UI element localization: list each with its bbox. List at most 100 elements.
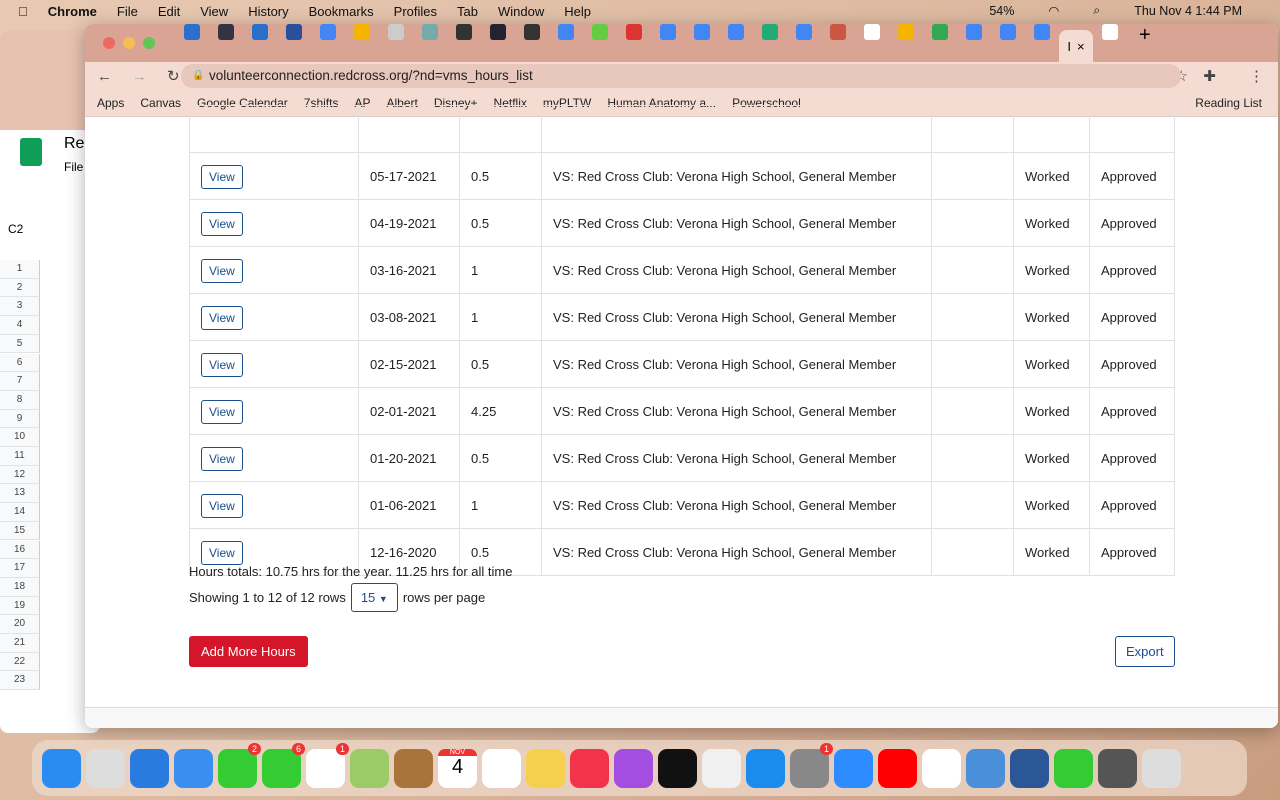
dock-app-icon[interactable] [746, 748, 785, 788]
dock-app-icon[interactable] [614, 748, 653, 788]
dock-app-icon[interactable] [1010, 748, 1049, 788]
dock-app-icon[interactable] [966, 748, 1005, 788]
dock-app-icon[interactable] [834, 748, 873, 788]
tab-favicon-icon[interactable] [626, 24, 642, 40]
dock-app-icon[interactable] [42, 748, 81, 788]
tab-favicon-icon[interactable] [830, 24, 846, 40]
dock-app-icon[interactable] [350, 748, 389, 788]
dock-app-icon[interactable] [570, 748, 609, 788]
tab-favicon-icon[interactable] [932, 24, 948, 40]
reading-list[interactable]: Reading List [1195, 96, 1262, 110]
bookmark-1[interactable]: Canvas [140, 96, 181, 110]
tab-favicon-icon[interactable] [286, 24, 302, 40]
row-number[interactable]: 17 [0, 559, 40, 578]
new-tab-icon[interactable]: + [1139, 24, 1151, 62]
tab-favicon-icon[interactable] [456, 24, 472, 40]
reload-icon[interactable]: ↻ [167, 67, 180, 85]
battery-label[interactable]: 54% [989, 4, 1014, 18]
row-number[interactable]: 11 [0, 447, 40, 466]
menu-icon[interactable]: ⋮ [1249, 67, 1264, 85]
menu-file[interactable]: File [117, 4, 138, 19]
tab-favicon-icon[interactable] [898, 24, 914, 40]
back-icon[interactable]: ← [97, 68, 112, 85]
apple-icon[interactable]:  [18, 4, 28, 19]
dock-app-icon[interactable]: NOV 4 [438, 748, 477, 788]
dock-app-icon[interactable] [394, 748, 433, 788]
view-button[interactable]: View [201, 493, 243, 518]
view-button[interactable]: View [201, 258, 243, 283]
add-more-hours-button[interactable]: Add More Hours [189, 636, 308, 667]
row-number[interactable]: 14 [0, 503, 40, 522]
view-button[interactable]: View [201, 211, 243, 236]
tab-favicon-icon[interactable] [184, 24, 200, 40]
tab-favicon-icon[interactable] [218, 24, 234, 40]
row-number[interactable]: 22 [0, 652, 40, 672]
dock-app-icon[interactable] [1054, 748, 1093, 788]
tab-favicon-icon[interactable] [1102, 24, 1118, 40]
tab-favicon-icon[interactable] [354, 24, 370, 40]
export-button[interactable]: Export [1115, 636, 1175, 667]
row-number[interactable]: 23 [0, 671, 40, 691]
tab-favicon-icon[interactable] [728, 24, 744, 40]
tab-favicon-icon[interactable] [864, 24, 880, 40]
clock[interactable]: Thu Nov 4 1:44 PM [1134, 4, 1242, 18]
row-number[interactable]: 19 [0, 596, 40, 616]
tab-favicon-icon[interactable] [490, 24, 506, 40]
tab-favicon-icon[interactable] [1034, 24, 1050, 40]
dock-app-icon[interactable] [174, 748, 213, 788]
tab-favicon-icon[interactable] [422, 24, 438, 40]
row-number[interactable]: 12 [0, 465, 40, 485]
tab-favicon-icon[interactable] [252, 24, 268, 40]
view-button[interactable]: View [201, 399, 243, 424]
wifi-icon[interactable]: ◠ [1048, 3, 1059, 18]
menu-profiles[interactable]: Profiles [394, 4, 437, 19]
view-button[interactable]: View [201, 164, 243, 189]
dock-app-icon[interactable]: 1 [790, 742, 833, 788]
menu-app[interactable]: Chrome [48, 4, 97, 19]
row-number[interactable]: 1 [0, 260, 40, 279]
tab-favicon-icon[interactable] [388, 24, 404, 40]
view-button[interactable]: View [201, 305, 243, 330]
dock-app-icon[interactable] [658, 748, 697, 788]
menu-help[interactable]: Help [564, 4, 591, 19]
tab-favicon-icon[interactable] [558, 24, 574, 40]
dock-app-icon[interactable]: 1 [306, 742, 349, 788]
menu-bookmarks[interactable]: Bookmarks [309, 4, 374, 19]
page-size-select[interactable]: 15 ▼ [350, 583, 398, 612]
close-window-button[interactable] [103, 37, 115, 49]
row-number[interactable]: 5 [0, 334, 40, 354]
dock-app-icon[interactable] [1142, 748, 1181, 788]
address-bar[interactable]: 🔒 volunteerconnection.redcross.org/?nd=vm… [181, 64, 1181, 88]
name-box[interactable]: C2 [8, 222, 23, 236]
bookmark-0[interactable]: Apps [97, 96, 124, 110]
forward-icon[interactable]: → [132, 68, 147, 85]
extensions-icon[interactable]: ✚ [1203, 67, 1216, 85]
row-number[interactable]: 3 [0, 297, 40, 317]
row-number[interactable]: 10 [0, 428, 40, 447]
tab-favicon-icon[interactable] [524, 24, 540, 40]
tab-favicon-icon[interactable] [762, 24, 778, 40]
menu-window[interactable]: Window [498, 4, 544, 19]
tab-favicon-icon[interactable] [694, 24, 710, 40]
row-number[interactable]: 2 [0, 278, 40, 298]
dock-app-icon[interactable]: 6 [262, 742, 305, 788]
dock-app-icon[interactable] [526, 748, 565, 788]
zoom-window-button[interactable] [143, 37, 155, 49]
dock-app-icon[interactable] [922, 748, 961, 788]
row-number[interactable]: 21 [0, 634, 40, 653]
dock-app-icon[interactable] [1098, 748, 1137, 788]
dock-app-icon[interactable] [702, 748, 741, 788]
row-number[interactable]: 20 [0, 615, 40, 634]
view-button[interactable]: View [201, 540, 243, 565]
row-number[interactable]: 9 [0, 409, 40, 429]
dock-app-icon[interactable] [878, 748, 917, 788]
row-number[interactable]: 15 [0, 521, 40, 541]
minimize-window-button[interactable] [123, 37, 135, 49]
dock-app-icon[interactable] [130, 748, 169, 788]
menu-view[interactable]: View [200, 4, 228, 19]
row-number[interactable]: 7 [0, 372, 40, 391]
view-button[interactable]: View [201, 352, 243, 377]
tab-favicon-icon[interactable] [966, 24, 982, 40]
menu-history[interactable]: History [248, 4, 288, 19]
row-number[interactable]: 8 [0, 390, 40, 410]
